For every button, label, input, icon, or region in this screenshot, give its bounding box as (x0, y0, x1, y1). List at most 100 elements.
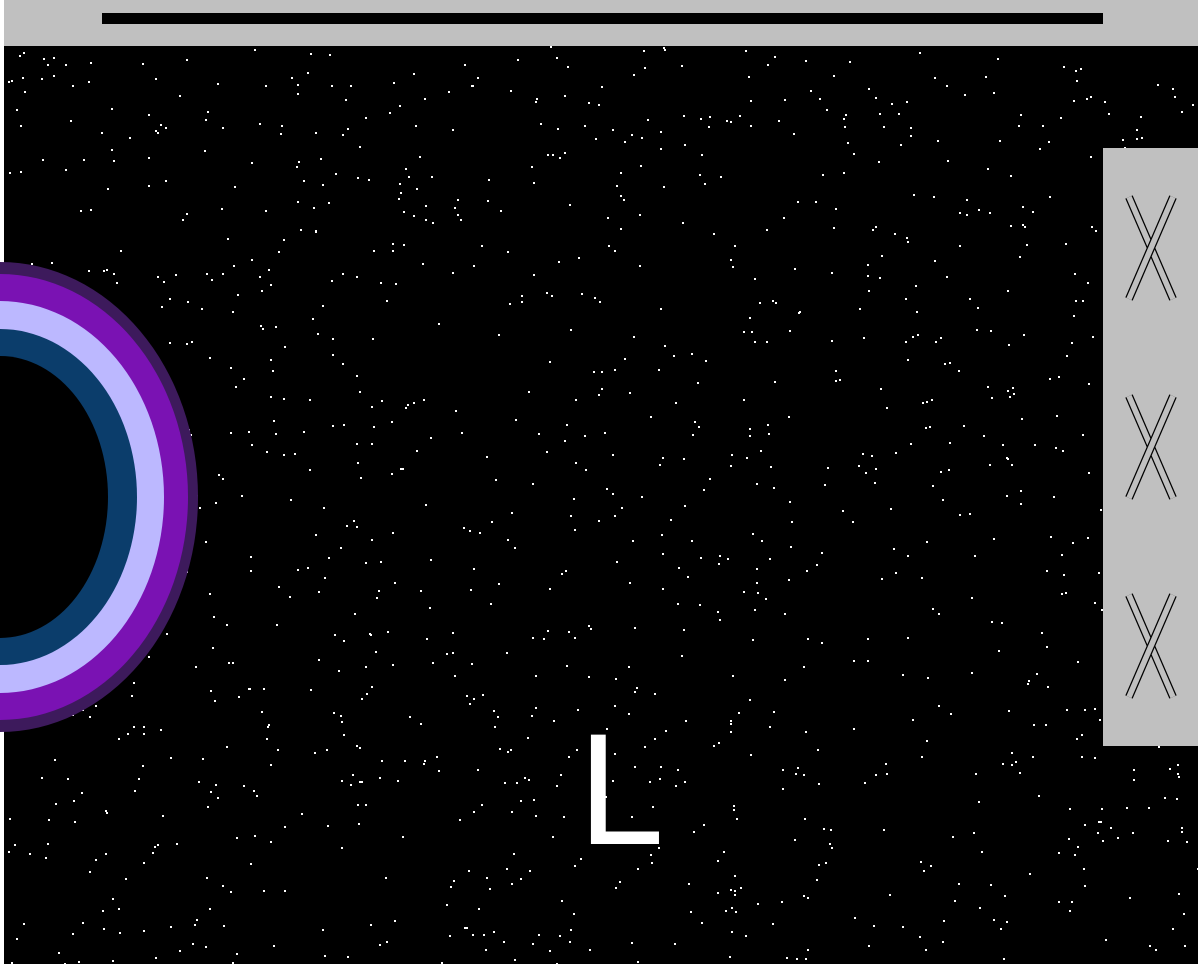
star (186, 59, 188, 61)
star (256, 795, 258, 797)
star (660, 148, 662, 150)
star (844, 126, 846, 128)
star (730, 121, 732, 123)
star (232, 311, 234, 313)
star (977, 307, 979, 309)
star (705, 360, 707, 362)
star (162, 815, 164, 817)
star (1001, 622, 1003, 624)
star (343, 734, 345, 736)
star (487, 200, 489, 202)
star (932, 608, 934, 610)
star (573, 913, 575, 915)
star (898, 113, 900, 115)
star (361, 698, 363, 700)
star (1036, 673, 1038, 675)
star (998, 650, 1000, 652)
star (514, 547, 516, 549)
star (999, 140, 1001, 142)
star (113, 160, 115, 162)
star (527, 737, 529, 739)
star (993, 92, 995, 94)
star (472, 934, 474, 936)
star (243, 785, 245, 787)
star (497, 716, 499, 718)
star (1136, 138, 1138, 140)
progress-bar-fill (102, 13, 1103, 24)
star (347, 128, 349, 130)
star (381, 400, 383, 402)
star (754, 609, 756, 611)
star (1184, 945, 1186, 947)
star (917, 334, 919, 336)
star (1065, 243, 1067, 245)
star (902, 926, 904, 928)
star (1002, 763, 1004, 765)
star (486, 456, 488, 458)
star (1056, 415, 1058, 417)
star (1028, 680, 1030, 682)
star (734, 875, 736, 877)
star (1177, 764, 1179, 766)
star (865, 472, 867, 474)
star (938, 705, 940, 707)
star (209, 357, 211, 359)
star (11, 80, 13, 82)
star (868, 945, 870, 947)
star (78, 961, 80, 963)
star (1042, 125, 1044, 127)
star (343, 640, 345, 642)
star (405, 407, 407, 409)
star (944, 363, 946, 365)
star (1087, 537, 1089, 539)
star (614, 250, 616, 252)
star (934, 77, 936, 79)
star (142, 765, 144, 767)
star (839, 379, 841, 381)
star (1063, 66, 1065, 68)
star (681, 655, 683, 657)
star (717, 892, 719, 894)
star (1082, 300, 1084, 302)
star (354, 613, 356, 615)
star (905, 341, 907, 343)
star (1181, 827, 1183, 829)
star (143, 862, 145, 864)
star (450, 886, 452, 888)
star (783, 217, 785, 219)
star (81, 792, 83, 794)
star (940, 337, 942, 339)
star (152, 852, 154, 854)
star (1095, 230, 1097, 232)
star (335, 173, 337, 175)
star (392, 532, 394, 534)
star (11, 962, 13, 964)
star (341, 780, 343, 782)
star (47, 843, 49, 845)
star (1074, 854, 1076, 856)
star (624, 358, 626, 360)
star (731, 454, 733, 456)
star (430, 437, 432, 439)
star (570, 929, 572, 931)
star (833, 75, 835, 77)
star (570, 515, 572, 517)
star (290, 499, 292, 501)
star (789, 501, 791, 503)
star (1181, 111, 1183, 113)
star (461, 432, 463, 434)
star (517, 59, 519, 61)
star (736, 818, 738, 820)
star (889, 894, 891, 896)
star (1081, 734, 1083, 736)
star (357, 177, 359, 179)
star (332, 425, 334, 427)
star (791, 521, 793, 523)
star (932, 485, 934, 487)
star (368, 179, 370, 181)
star (241, 495, 243, 497)
star (386, 941, 388, 943)
star (90, 62, 92, 64)
star (276, 624, 278, 626)
star (654, 693, 656, 695)
